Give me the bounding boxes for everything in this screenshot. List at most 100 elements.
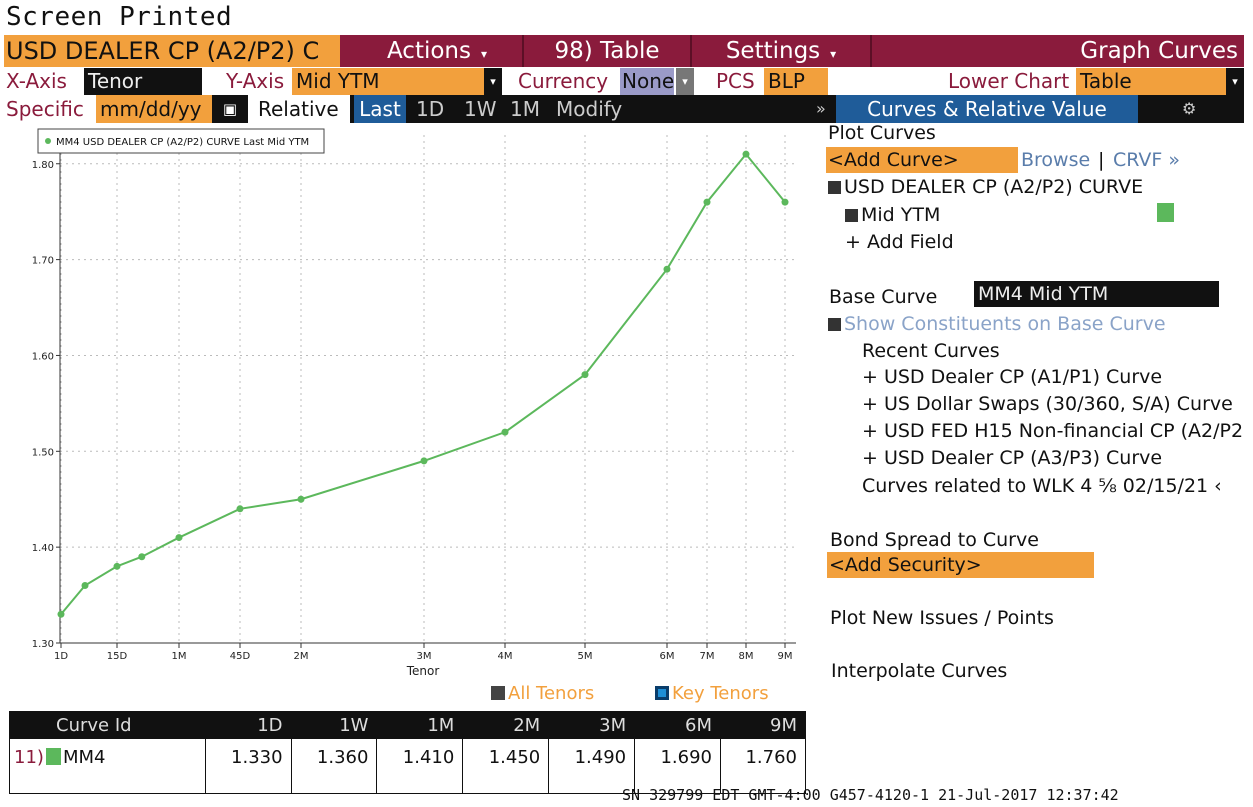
add-security-button[interactable]: <Add Security>: [827, 552, 1094, 578]
legend-marker: [45, 138, 51, 144]
tab-curves-relative-value[interactable]: Curves & Relative Value: [836, 95, 1138, 123]
table-cell: 1.450: [462, 738, 550, 794]
recent-curve-item[interactable]: + USD Dealer CP (A3/P3) Curve: [862, 447, 1162, 469]
column-header: 2M: [462, 711, 550, 739]
curve-entry[interactable]: USD DEALER CP (A2/P2) CURVE: [828, 176, 1143, 198]
x-tick-label: 7M: [700, 651, 715, 662]
add-field-button[interactable]: + Add Field: [845, 231, 954, 253]
axis-options-bar: X-Axis Tenor Y-Axis Mid YTM ▾ Currency N…: [4, 68, 1244, 95]
x-tick-label: 8M: [739, 651, 754, 662]
plot-curves-heading: Plot Curves: [828, 122, 936, 144]
x-tick-label: 1M: [172, 651, 187, 662]
x-tick-label: 2M: [294, 651, 309, 662]
curve-values-table: Curve Id 1D 1W 1M 2M 3M 6M 9M 11) MM4 1.3…: [9, 711, 806, 794]
y-axis-label: Y-Axis: [226, 69, 285, 93]
pcs-field[interactable]: BLP: [764, 68, 828, 95]
related-curves-item[interactable]: Curves related to WLK 4 ⅝ 02/15/21 ‹: [862, 475, 1222, 497]
recent-curve-item[interactable]: + USD Dealer CP (A1/P1) Curve: [862, 366, 1162, 388]
interpolate-curves-button[interactable]: Interpolate Curves: [831, 660, 1007, 682]
1d-button[interactable]: 1D: [416, 95, 444, 123]
panel-title: Graph Curves: [1080, 38, 1238, 64]
checkbox-checked-icon[interactable]: [845, 209, 858, 222]
pcs-label: PCS: [716, 69, 755, 93]
x-axis: 1D 15D 1M 45D 2M 3M 4M 5M 6M 7M 8M 9M: [54, 642, 796, 662]
y-axis-select[interactable]: Mid YTM: [292, 68, 486, 95]
y-tick-label: 1.30: [32, 639, 54, 650]
header-bar: USD DEALER CP (A2/P2) C Actions ▾ 98) Tab…: [4, 35, 1244, 67]
chart-series: [57, 150, 789, 618]
data-point: [175, 534, 183, 542]
x-tick-label: 4M: [498, 651, 513, 662]
data-point: [663, 265, 671, 273]
y-tick-label: 1.60: [32, 351, 54, 362]
data-point: [113, 562, 121, 570]
base-curve-field[interactable]: MM4 Mid YTM: [974, 281, 1219, 307]
chevron-down-icon[interactable]: ▾: [676, 68, 694, 95]
field-name: Mid YTM: [861, 204, 941, 226]
table-cell: 1.330: [204, 738, 292, 794]
radio-selected-icon: [655, 686, 669, 700]
all-tenors-toggle[interactable]: All Tenors: [491, 683, 594, 704]
data-point: [297, 495, 305, 503]
data-point: [81, 581, 89, 589]
modify-button[interactable]: Modify: [556, 95, 622, 123]
bond-spread-heading: Bond Spread to Curve: [830, 529, 1039, 551]
column-header: 1D: [204, 711, 292, 739]
recent-curve-item[interactable]: + US Dollar Swaps (30/360, S/A) Curve: [862, 393, 1233, 415]
x-axis-select[interactable]: Tenor: [84, 68, 202, 95]
key-tenors-label: Key Tenors: [672, 683, 769, 704]
actions-menu-button[interactable]: Actions ▾: [352, 35, 522, 67]
data-point: [501, 428, 509, 436]
x-tick-label: 5M: [578, 651, 593, 662]
add-curve-button[interactable]: <Add Curve>: [826, 147, 1018, 173]
screen-title: Screen Printed: [6, 2, 233, 32]
plot-new-issues-button[interactable]: Plot New Issues / Points: [830, 607, 1054, 629]
browse-link[interactable]: Browse: [1021, 149, 1090, 171]
x-tick-label: 45D: [230, 651, 251, 662]
lower-chart-select[interactable]: Table: [1076, 68, 1226, 95]
date-input[interactable]: mm/dd/yy: [96, 95, 212, 123]
curve-id: MM4: [62, 747, 106, 768]
x-tick-label: 15D: [107, 651, 128, 662]
field-entry[interactable]: Mid YTM: [845, 204, 940, 226]
x-tick-label: 1D: [54, 651, 68, 662]
crvf-link[interactable]: CRVF »: [1113, 149, 1180, 171]
column-header: 1W: [290, 711, 378, 739]
settings-label: Settings: [725, 38, 821, 64]
row-number: 11): [14, 747, 44, 768]
base-curve-label: Base Curve: [829, 286, 938, 308]
y-tick-label: 1.40: [32, 543, 54, 554]
checkbox-icon[interactable]: [828, 318, 841, 331]
curve-id-cell[interactable]: 11) MM4: [9, 738, 206, 794]
settings-menu-button[interactable]: Settings ▾: [692, 35, 870, 67]
x-tick-label: 3M: [417, 651, 432, 662]
chevron-down-icon[interactable]: ▾: [484, 68, 502, 95]
last-button[interactable]: Last: [354, 95, 406, 123]
y-tick-label: 1.70: [32, 256, 54, 267]
calendar-icon[interactable]: ▣: [216, 95, 244, 123]
1w-button[interactable]: 1W: [464, 95, 497, 123]
recent-curve-item[interactable]: + USD FED H15 Non-financial CP (A2/P2: [862, 420, 1243, 442]
data-point: [581, 371, 589, 379]
chart-legend[interactable]: MM4 USD DEALER CP (A2/P2) CURVE Last Mid…: [37, 128, 325, 154]
column-header: 3M: [548, 711, 636, 739]
yield-curve-chart: 1.30 1.40 1.50 1.60 1.70 1.80 1D 15D 1M 45D 2M 3M 4…: [32, 128, 796, 678]
gear-icon[interactable]: ⚙: [1182, 95, 1202, 123]
show-constituents-toggle[interactable]: Show Constituents on Base Curve: [828, 313, 1166, 335]
data-point: [57, 610, 65, 618]
x-axis-title: Tenor: [406, 664, 440, 678]
table-button[interactable]: 98) Table: [524, 35, 690, 67]
chevron-down-icon[interactable]: ▾: [1226, 68, 1244, 95]
currency-select[interactable]: None: [620, 68, 674, 95]
data-point: [703, 198, 711, 206]
checkbox-checked-icon[interactable]: [828, 181, 841, 194]
status-footer: SN 329799 EDT GMT-4:00 G457-4120-1 21-Ju…: [622, 786, 1119, 804]
column-header: 6M: [634, 711, 721, 739]
collapse-chevrons-icon[interactable]: »: [816, 95, 826, 123]
1m-button[interactable]: 1M: [510, 95, 540, 123]
lower-chart-label: Lower Chart: [948, 69, 1070, 93]
key-tenors-toggle[interactable]: Key Tenors: [655, 683, 769, 704]
data-point: [138, 553, 146, 561]
series-color-swatch[interactable]: [1157, 203, 1174, 222]
security-name-field[interactable]: USD DEALER CP (A2/P2) C: [4, 35, 340, 67]
